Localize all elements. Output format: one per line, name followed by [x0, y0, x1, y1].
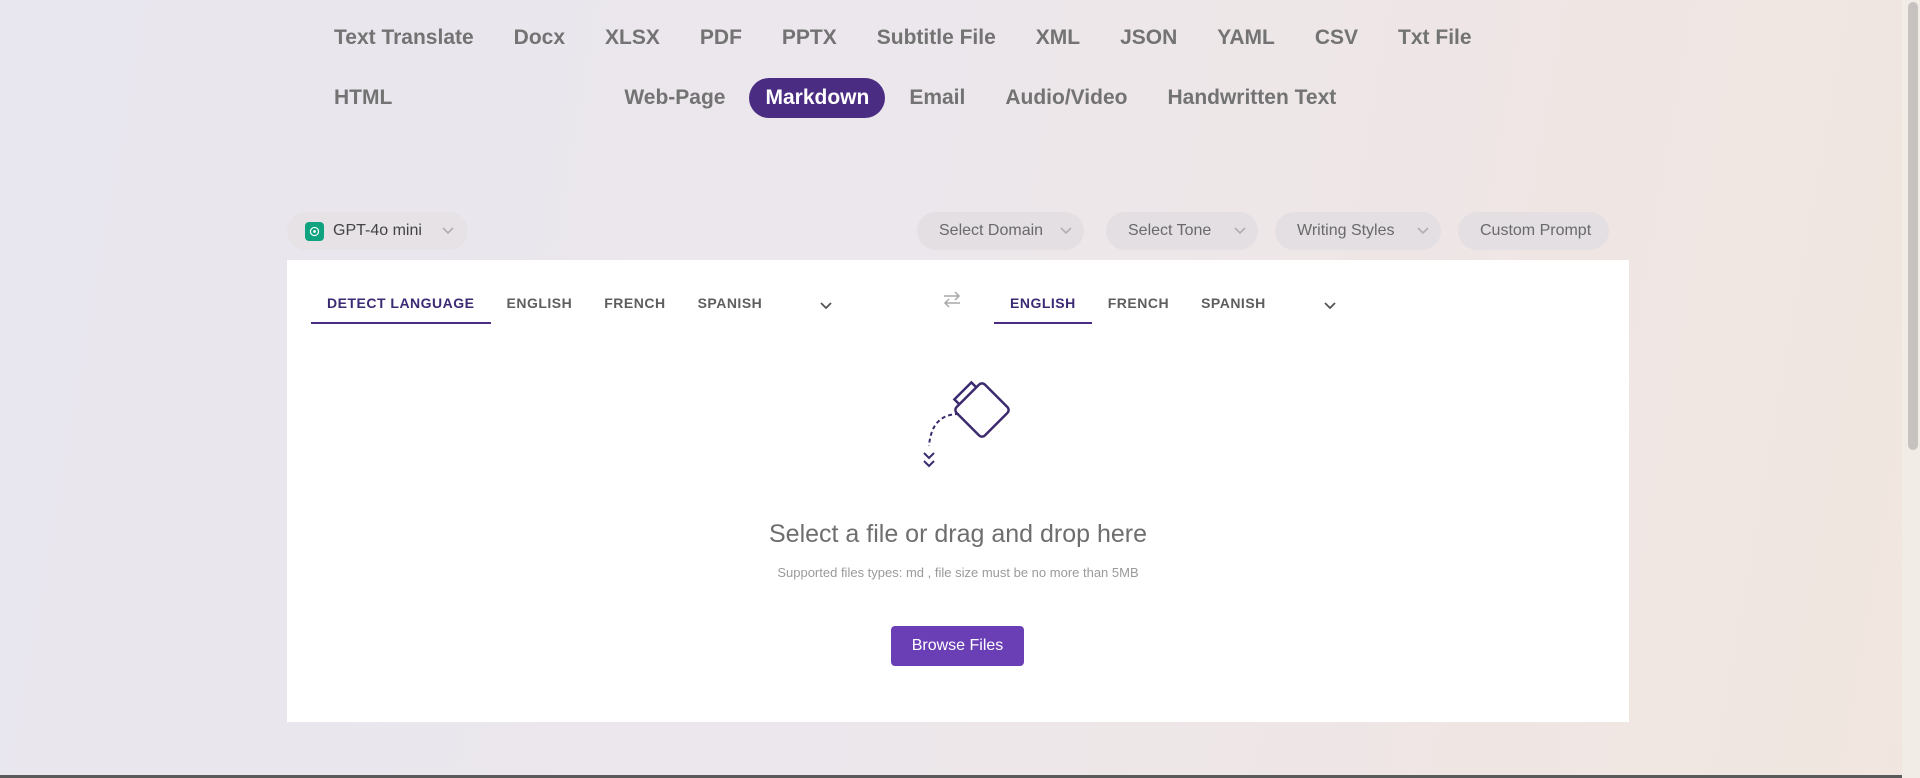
- tab-subtitle-file[interactable]: Subtitle File: [861, 18, 1012, 58]
- source-language-tabs: DETECT LANGUAGE ENGLISH FRENCH SPANISH: [311, 288, 832, 324]
- browse-files-button[interactable]: Browse Files: [891, 626, 1024, 666]
- tab-web-page[interactable]: Web-Page: [608, 78, 741, 118]
- tone-select[interactable]: Select Tone: [1106, 212, 1258, 250]
- domain-select[interactable]: Select Domain: [917, 212, 1084, 250]
- chevron-down-icon: [1324, 302, 1336, 310]
- custom-prompt-label: Custom Prompt: [1480, 222, 1592, 239]
- target-lang-english[interactable]: ENGLISH: [994, 288, 1092, 324]
- drop-zone-subtitle: Supported files types: md , file size mu…: [777, 565, 1139, 580]
- tab-docx[interactable]: Docx: [498, 18, 581, 58]
- tab-json[interactable]: JSON: [1104, 18, 1193, 58]
- format-tabs: Text Translate Docx XLSX PDF PPTX Subtit…: [318, 18, 1618, 118]
- tone-select-label: Select Tone: [1128, 222, 1212, 239]
- tab-csv[interactable]: CSV: [1299, 18, 1374, 58]
- tab-txt-file[interactable]: Txt File: [1382, 18, 1488, 58]
- tab-xlsx[interactable]: XLSX: [589, 18, 676, 58]
- chevron-down-icon: [1060, 222, 1072, 240]
- tab-text-translate[interactable]: Text Translate: [318, 18, 490, 58]
- writing-styles-label: Writing Styles: [1297, 222, 1395, 239]
- tab-xml[interactable]: XML: [1020, 18, 1096, 58]
- chevron-down-icon: [1234, 222, 1246, 240]
- model-label: GPT-4o mini: [333, 222, 422, 239]
- chevron-down-icon: [442, 222, 454, 240]
- tab-html[interactable]: HTML: [318, 78, 408, 118]
- source-lang-more-button[interactable]: [820, 291, 832, 321]
- tab-pdf[interactable]: PDF: [684, 18, 758, 58]
- tab-pptx[interactable]: PPTX: [766, 18, 853, 58]
- source-lang-detect[interactable]: DETECT LANGUAGE: [311, 288, 491, 324]
- tab-yaml[interactable]: YAML: [1201, 18, 1291, 58]
- chevron-down-icon: [820, 302, 832, 310]
- openai-logo-icon: [305, 221, 324, 241]
- tab-audio-video[interactable]: Audio/Video: [989, 78, 1143, 118]
- model-select[interactable]: GPT-4o mini: [287, 212, 468, 250]
- tab-markdown[interactable]: Markdown: [749, 78, 886, 118]
- source-lang-spanish[interactable]: SPANISH: [682, 288, 779, 324]
- target-lang-spanish[interactable]: SPANISH: [1185, 288, 1282, 324]
- source-lang-french[interactable]: FRENCH: [588, 288, 681, 324]
- domain-select-label: Select Domain: [939, 222, 1044, 239]
- upload-card: DETECT LANGUAGE ENGLISH FRENCH SPANISH E…: [287, 260, 1629, 722]
- chevron-down-icon: [1417, 222, 1429, 240]
- scrollbar[interactable]: [1902, 0, 1920, 778]
- target-language-tabs: ENGLISH FRENCH SPANISH: [994, 288, 1336, 324]
- tab-handwritten-text[interactable]: Handwritten Text: [1151, 78, 1352, 118]
- source-lang-english[interactable]: ENGLISH: [491, 288, 589, 324]
- scrollbar-thumb[interactable]: [1908, 2, 1918, 450]
- target-lang-french[interactable]: FRENCH: [1092, 288, 1185, 324]
- tab-email[interactable]: Email: [893, 78, 981, 118]
- swap-languages-icon[interactable]: [941, 288, 963, 315]
- custom-prompt-button[interactable]: Custom Prompt: [1458, 212, 1609, 250]
- drop-zone-title: Select a file or drag and drop here: [768, 520, 1147, 548]
- writing-styles-select[interactable]: Writing Styles: [1275, 212, 1441, 250]
- file-upload-icon: [895, 370, 1025, 485]
- target-lang-more-button[interactable]: [1324, 291, 1336, 321]
